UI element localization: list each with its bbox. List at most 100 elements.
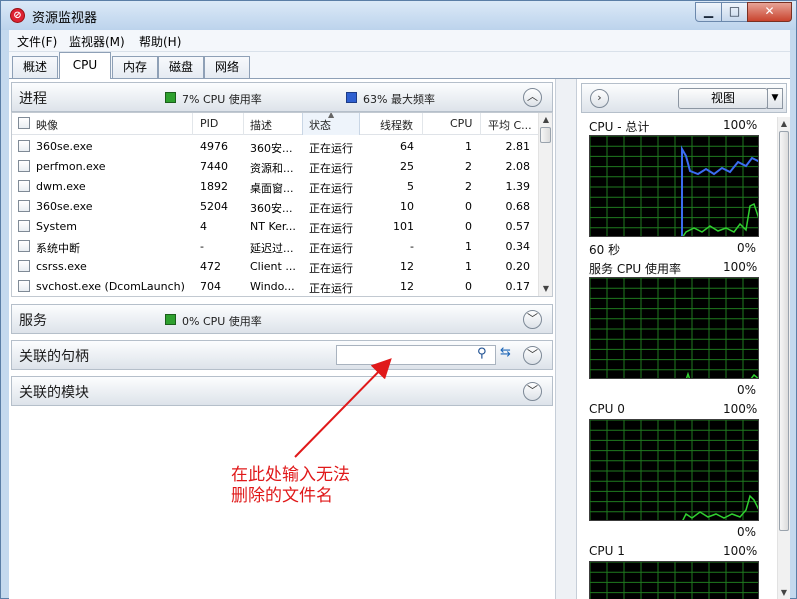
table-cell: -: [200, 240, 204, 253]
expand-chevron-down-icon[interactable]: ﹀: [523, 310, 542, 329]
view-button[interactable]: 视图: [678, 88, 768, 109]
menu-file[interactable]: 文件(F): [17, 33, 57, 50]
services-header[interactable]: 服务 0% CPU 使用率 ﹀: [11, 304, 553, 334]
table-cell: 系统中断: [36, 242, 80, 255]
resource-monitor-window: ⊘ 资源监视器 ▁ □ ✕ 文件(F) 监视器(M) 帮助(H) 概述 CPU …: [0, 0, 797, 599]
table-cell: 正在运行: [309, 142, 353, 155]
menu-bar: 文件(F) 监视器(M) 帮助(H): [9, 30, 790, 52]
resource-monitor-icon: ⊘: [10, 8, 25, 23]
table-row[interactable]: svchost.exe (DcomLaunch) 704 Windo... 正在运行 1…: [12, 276, 538, 296]
handle-search-input[interactable]: [336, 345, 496, 365]
title-bar[interactable]: ⊘ 资源监视器 ▁ □ ✕: [1, 1, 796, 30]
scrollbar-thumb[interactable]: [779, 131, 789, 531]
tab-disk[interactable]: 磁盘: [158, 56, 204, 78]
table-row[interactable]: dwm.exe 1892 桌面窗... 正在运行 5 2 1.39: [12, 176, 538, 196]
service-cpu-graph-svg: [590, 278, 758, 378]
table-row[interactable]: 360se.exe 4976 360安... 正在运行 64 1 2.81: [12, 136, 538, 156]
graph-grid: [590, 420, 758, 520]
row-checkbox[interactable]: [18, 180, 30, 192]
view-dropdown-arrow-icon[interactable]: ▼: [767, 88, 783, 109]
table-cell: Windo...: [250, 280, 295, 293]
table-cell: 1: [465, 140, 472, 153]
row-checkbox[interactable]: [18, 260, 30, 272]
table-cell: 0.34: [505, 240, 531, 253]
cpu1-graph: [589, 561, 759, 599]
tab-network[interactable]: 网络: [204, 56, 250, 78]
associated-modules-title: 关联的模块: [19, 385, 89, 401]
table-cell: System: [36, 220, 78, 233]
expand-chevron-down-icon[interactable]: ﹀: [523, 382, 542, 401]
column-status[interactable]: 状态: [309, 117, 331, 133]
graph-time-label: 60 秒: [589, 243, 621, 257]
scroll-up-icon[interactable]: ▲: [539, 113, 552, 127]
scroll-up-icon[interactable]: ▲: [778, 117, 790, 131]
process-table-scrollbar[interactable]: ▲ ▼: [538, 113, 552, 296]
left-pane: 进程 7% CPU 使用率 63% 最大频率 ︿ ▲ 映像 PID 描述 状态: [9, 79, 555, 599]
cpu0-graph: [589, 419, 759, 521]
maximize-button[interactable]: □: [721, 2, 748, 22]
table-row[interactable]: System 4 NT Ker... 正在运行 101 0 0.57: [12, 216, 538, 236]
table-row[interactable]: csrss.exe 472 Client ... 正在运行 12 1 0.20: [12, 256, 538, 276]
tab-memory[interactable]: 内存: [112, 56, 158, 78]
column-cpu[interactable]: CPU: [450, 117, 472, 130]
table-cell: 桌面窗...: [250, 182, 294, 195]
table-cell: 2: [465, 180, 472, 193]
expand-chevron-right-icon[interactable]: ›: [590, 89, 609, 108]
refresh-icon[interactable]: ⇆: [500, 345, 511, 360]
cpu-total-graph-svg: [590, 136, 758, 236]
column-description[interactable]: 描述: [250, 117, 272, 133]
table-cell: NT Ker...: [250, 220, 296, 233]
service-cpu-graph: [589, 277, 759, 379]
table-row[interactable]: 系统中断 - 延迟过... 正在运行 - 1 0.34: [12, 236, 538, 256]
table-row[interactable]: 360se.exe 5204 360安... 正在运行 10 0 0.68: [12, 196, 538, 216]
table-cell: 7440: [200, 160, 228, 173]
row-checkbox[interactable]: [18, 280, 30, 292]
table-cell: 1: [465, 240, 472, 253]
graph-grid: [590, 562, 758, 599]
column-threads[interactable]: 线程数: [380, 117, 413, 133]
associated-modules-header[interactable]: 关联的模块 ﹀: [11, 376, 553, 406]
row-checkbox[interactable]: [18, 140, 30, 152]
tab-cpu[interactable]: CPU: [59, 52, 111, 79]
graph-service-cpu-min: 0%: [737, 383, 757, 397]
cpu-usage-legend-swatch: [165, 92, 176, 103]
scroll-down-icon[interactable]: ▼: [778, 586, 790, 599]
tab-overview[interactable]: 概述: [12, 56, 58, 78]
expand-chevron-down-icon[interactable]: ﹀: [523, 346, 542, 365]
processes-title: 进程: [19, 91, 47, 107]
row-checkbox[interactable]: [18, 220, 30, 232]
minimize-button[interactable]: ▁: [695, 2, 722, 22]
table-cell: 正在运行: [309, 262, 353, 275]
menu-help[interactable]: 帮助(H): [139, 33, 181, 50]
column-pid[interactable]: PID: [200, 117, 218, 130]
pane-splitter[interactable]: [555, 79, 577, 599]
column-average-cpu[interactable]: 平均 C...: [488, 117, 532, 133]
collapse-chevron-up-icon[interactable]: ︿: [523, 88, 542, 107]
search-icon[interactable]: ⚲: [477, 346, 487, 361]
associated-handles-header[interactable]: 关联的句柄 ⚲ ⇆ ﹀: [11, 340, 553, 370]
row-checkbox[interactable]: [18, 200, 30, 212]
column-image[interactable]: 映像: [36, 117, 58, 133]
services-cpu-legend-swatch: [165, 314, 176, 325]
processes-header[interactable]: 进程 7% CPU 使用率 63% 最大频率 ︿: [11, 82, 553, 112]
row-checkbox[interactable]: [18, 240, 30, 252]
cpu1-graph-svg: [590, 562, 758, 599]
menu-monitor[interactable]: 监视器(M): [69, 33, 125, 50]
cpu-tab-content: 进程 7% CPU 使用率 63% 最大频率 ︿ ▲ 映像 PID 描述 状态: [9, 79, 790, 599]
annotation-line-2: 删除的文件名: [231, 486, 333, 506]
table-cell: dwm.exe: [36, 180, 86, 193]
graph-cpu-total-label: CPU - 总计: [589, 120, 650, 134]
table-cell: 0: [465, 280, 472, 293]
column-separator: [192, 113, 193, 135]
scrollbar-thumb[interactable]: [540, 127, 551, 143]
close-button[interactable]: ✕: [747, 2, 792, 22]
table-row[interactable]: perfmon.exe 7440 资源和... 正在运行 25 2 2.08: [12, 156, 538, 176]
row-checkbox[interactable]: [18, 160, 30, 172]
scroll-down-icon[interactable]: ▼: [539, 282, 552, 296]
table-cell: 25: [400, 160, 414, 173]
graph-pane-scrollbar[interactable]: ▲ ▼: [777, 117, 790, 599]
table-cell: 360安...: [250, 142, 293, 155]
table-cell: 4: [200, 220, 207, 233]
select-all-checkbox[interactable]: [18, 117, 30, 129]
column-separator: [243, 113, 244, 135]
